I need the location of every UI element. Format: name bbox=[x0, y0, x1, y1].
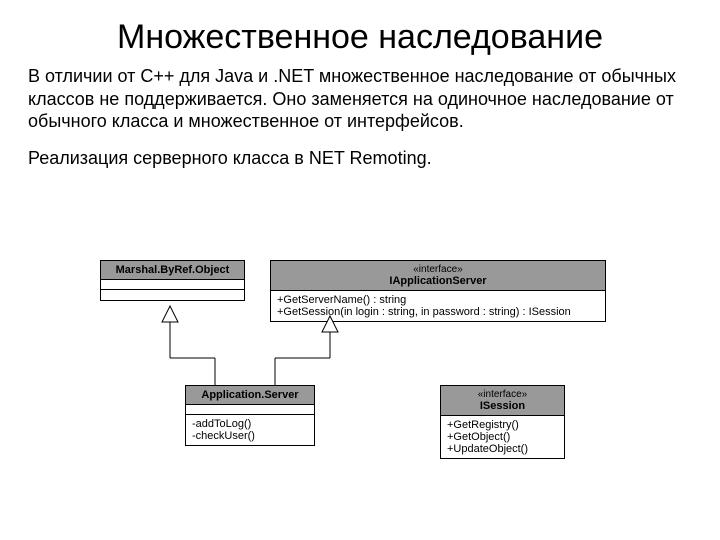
class-attributes-empty bbox=[101, 280, 244, 290]
stereotype-label: «interface» bbox=[447, 389, 558, 400]
interface-name: ISession bbox=[480, 400, 525, 412]
class-name: Application.Server bbox=[186, 386, 314, 405]
generalization-arrow bbox=[162, 306, 215, 385]
interface-header: «interface» IApplicationServer bbox=[271, 261, 605, 291]
interface-header: «interface» ISession bbox=[441, 386, 564, 416]
interface-iapplication-server: «interface» IApplicationServer +GetServe… bbox=[270, 260, 606, 322]
realization-arrow bbox=[275, 316, 338, 385]
interface-name: IApplicationServer bbox=[389, 275, 486, 287]
operation-row: +GetObject() bbox=[447, 431, 558, 443]
uml-diagram: Marshal.ByRef.Object «interface» IApplic… bbox=[0, 250, 720, 540]
stereotype-label: «interface» bbox=[277, 264, 599, 275]
body-paragraph-2: Реализация серверного класса в NET Remot… bbox=[28, 147, 692, 170]
interface-isession: «interface» ISession +GetRegistry() +Get… bbox=[440, 385, 565, 459]
operation-row: +GetSession(in login : string, in passwo… bbox=[277, 306, 599, 318]
class-operations-empty bbox=[101, 290, 244, 300]
class-name: Marshal.ByRef.Object bbox=[101, 261, 244, 280]
class-operations: -addToLog() -checkUser() bbox=[186, 415, 314, 445]
class-marshal-by-ref-object: Marshal.ByRef.Object bbox=[100, 260, 245, 301]
operation-row: -checkUser() bbox=[192, 430, 308, 442]
interface-operations: +GetRegistry() +GetObject() +UpdateObjec… bbox=[441, 416, 564, 458]
class-application-server: Application.Server -addToLog() -checkUse… bbox=[185, 385, 315, 446]
triangle-arrowhead-icon bbox=[162, 306, 178, 322]
operation-row: +GetServerName() : string bbox=[277, 294, 599, 306]
slide-title: Множественное наследование bbox=[28, 18, 692, 57]
operation-row: +GetRegistry() bbox=[447, 419, 558, 431]
body-paragraph-1: В отличии от C++ для Java и .NET множест… bbox=[28, 65, 692, 133]
operation-row: -addToLog() bbox=[192, 418, 308, 430]
class-attributes-empty bbox=[186, 405, 314, 415]
operation-row: +UpdateObject() bbox=[447, 443, 558, 455]
interface-operations: +GetServerName() : string +GetSession(in… bbox=[271, 291, 605, 321]
